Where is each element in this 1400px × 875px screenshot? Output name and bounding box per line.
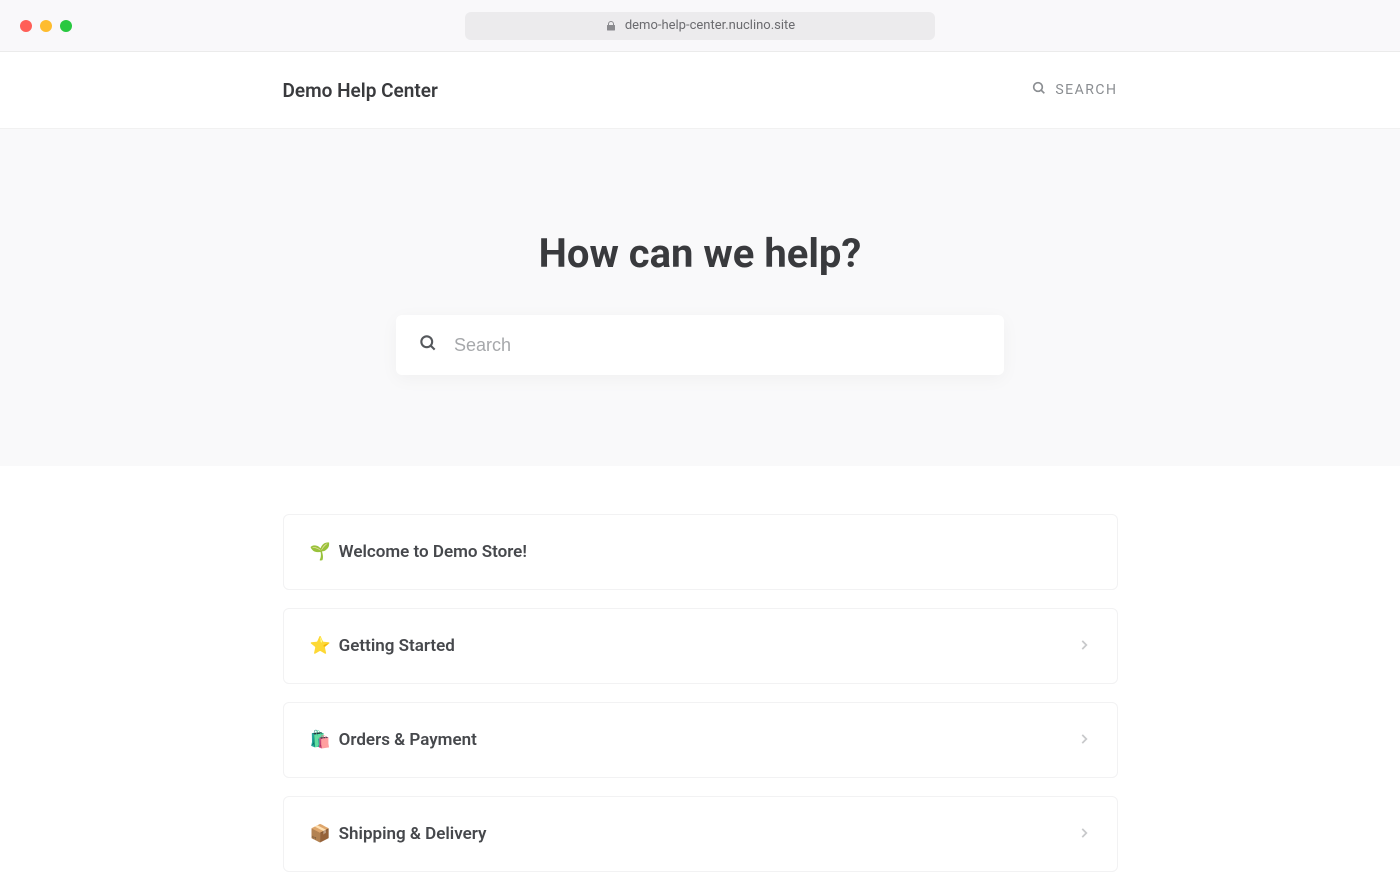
- chevron-right-icon: [1077, 825, 1091, 844]
- category-list: 🌱 Welcome to Demo Store! ⭐ Getting Start…: [283, 514, 1118, 872]
- search-icon: [1031, 80, 1047, 100]
- category-card-shipping-delivery[interactable]: 📦 Shipping & Delivery: [283, 796, 1118, 872]
- window-controls: [20, 20, 72, 32]
- minimize-window-button[interactable]: [40, 20, 52, 32]
- star-icon: ⭐: [310, 638, 331, 655]
- header-search-label: SEARCH: [1055, 82, 1117, 98]
- browser-chrome: demo-help-center.nuclino.site: [0, 0, 1400, 52]
- maximize-window-button[interactable]: [60, 20, 72, 32]
- address-bar[interactable]: demo-help-center.nuclino.site: [465, 12, 935, 40]
- site-header: Demo Help Center SEARCH: [0, 52, 1400, 129]
- chevron-right-icon: [1077, 637, 1091, 656]
- category-label: Welcome to Demo Store!: [339, 542, 527, 562]
- close-window-button[interactable]: [20, 20, 32, 32]
- shopping-bags-icon: 🛍️: [310, 732, 331, 749]
- address-bar-url: demo-help-center.nuclino.site: [625, 18, 795, 33]
- lock-icon: [605, 20, 617, 32]
- site-title[interactable]: Demo Help Center: [283, 79, 438, 102]
- search-icon: [418, 333, 438, 357]
- hero-search-box[interactable]: [396, 315, 1004, 375]
- category-label: Shipping & Delivery: [339, 824, 487, 844]
- seedling-icon: 🌱: [310, 544, 331, 561]
- chevron-right-icon: [1077, 731, 1091, 750]
- header-search-button[interactable]: SEARCH: [1031, 80, 1117, 100]
- package-icon: 📦: [310, 826, 331, 843]
- hero-section: How can we help?: [0, 129, 1400, 466]
- category-card-welcome[interactable]: 🌱 Welcome to Demo Store!: [283, 514, 1118, 590]
- category-label: Orders & Payment: [339, 730, 477, 750]
- hero-heading: How can we help?: [539, 230, 862, 277]
- category-card-orders-payment[interactable]: 🛍️ Orders & Payment: [283, 702, 1118, 778]
- hero-search-input[interactable]: [454, 335, 982, 356]
- category-card-getting-started[interactable]: ⭐ Getting Started: [283, 608, 1118, 684]
- category-label: Getting Started: [339, 636, 455, 656]
